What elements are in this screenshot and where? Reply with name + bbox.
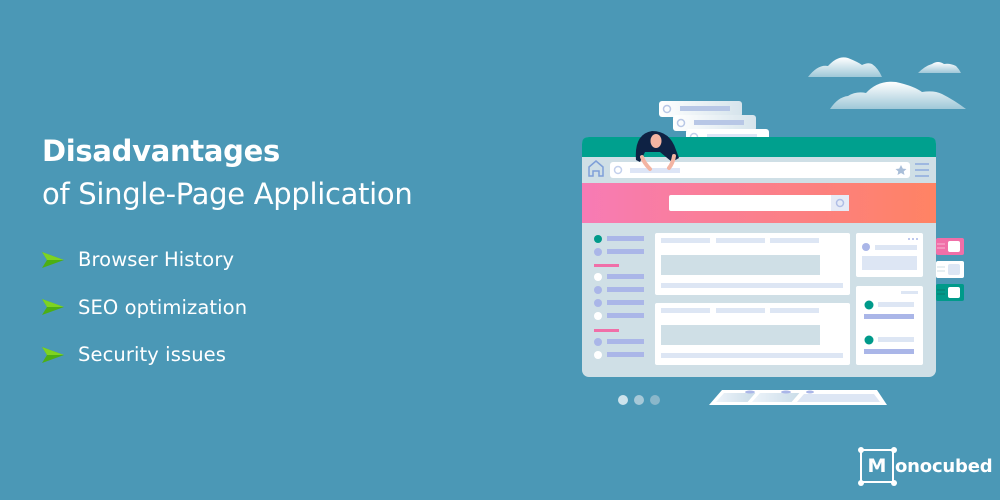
page-thumbnails [709, 390, 887, 405]
cloud-icon [918, 62, 961, 73]
brand-logo[interactable]: M onocubed [857, 446, 993, 486]
carousel-dots[interactable] [618, 395, 660, 405]
browser-window [582, 137, 936, 377]
toggle-chip-white [936, 261, 964, 278]
floating-search-card [673, 115, 756, 131]
logo-letter: M [867, 455, 887, 477]
floating-search-card [659, 101, 742, 117]
content-card [655, 233, 850, 295]
content-card [655, 303, 850, 365]
cloud-icon [830, 81, 966, 109]
logo-text: onocubed [895, 455, 993, 477]
toggle-chip-pink [936, 238, 964, 255]
cloud-icon [808, 57, 882, 77]
activity-widget [856, 286, 923, 365]
spa-illustration [582, 57, 966, 405]
profile-widget [856, 233, 923, 277]
logo-mark: M [857, 446, 897, 486]
toggle-chip-teal [936, 284, 964, 301]
hero-search-bar [669, 195, 849, 211]
